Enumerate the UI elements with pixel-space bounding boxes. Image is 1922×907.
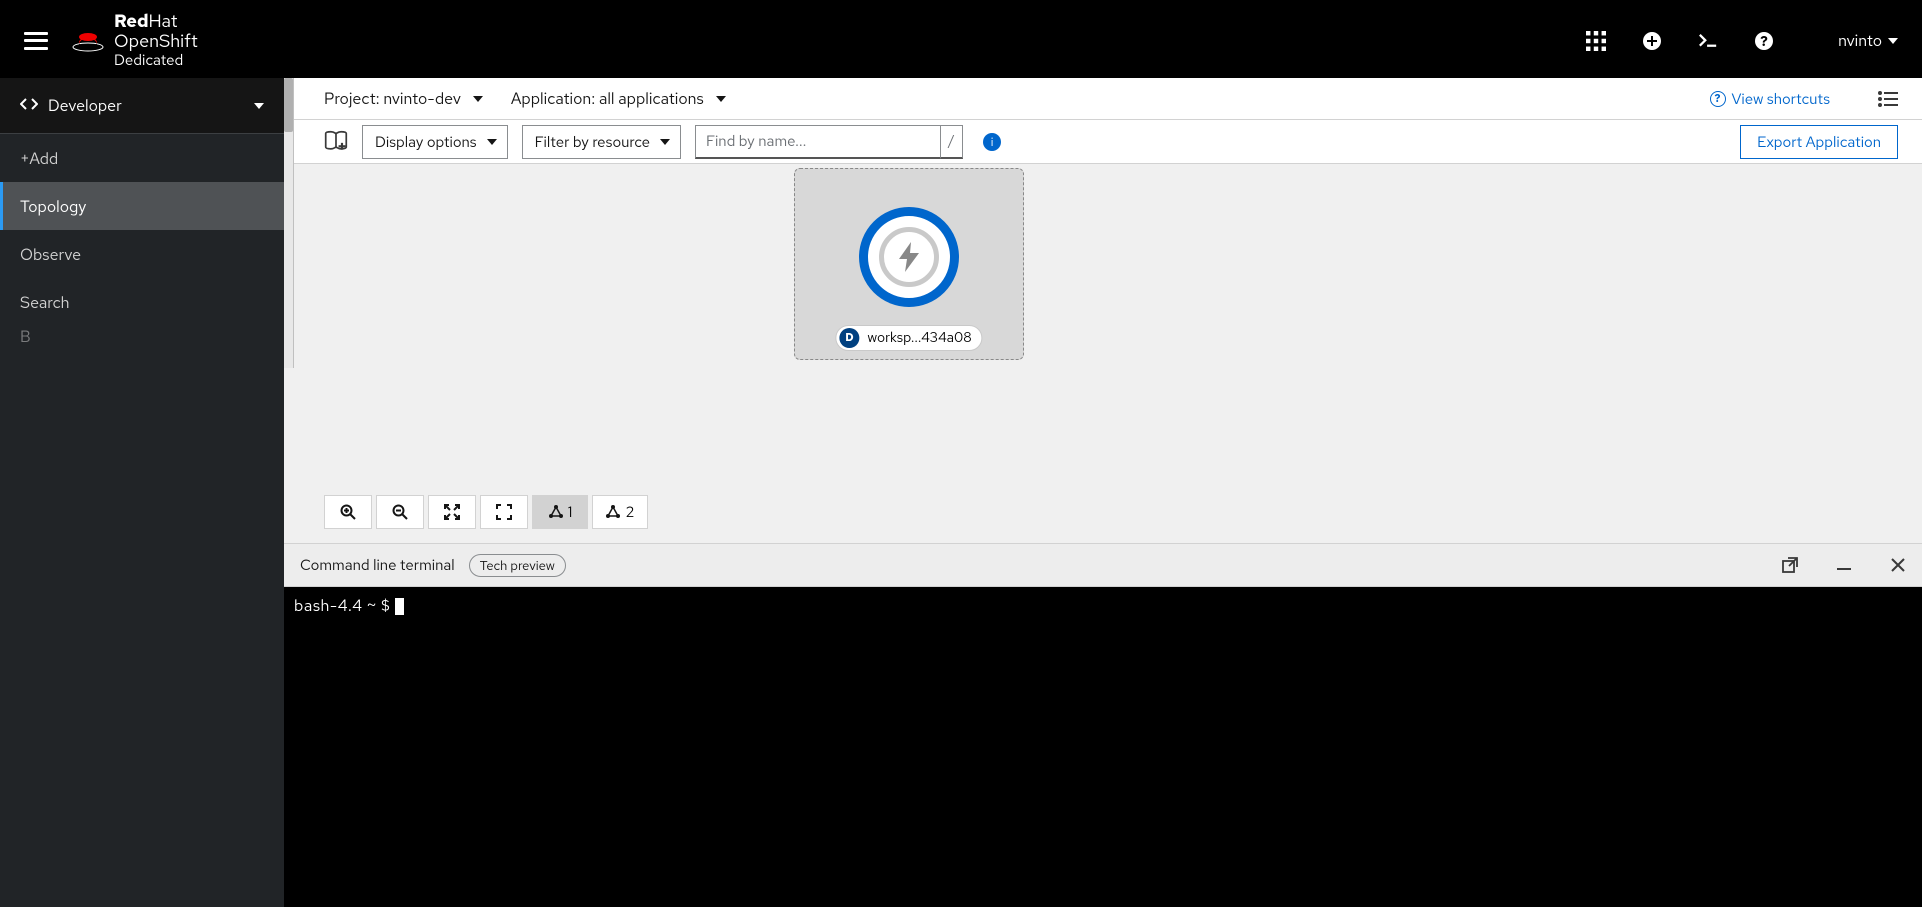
user-menu-dropdown[interactable]: nvinto (1838, 30, 1898, 51)
node-label[interactable]: D worksp...434a08 (835, 325, 982, 351)
help-icon[interactable]: ? (1754, 31, 1774, 51)
perspective-switcher[interactable]: Developer (0, 78, 284, 134)
code-icon (20, 95, 38, 116)
reset-view-button[interactable] (480, 495, 528, 529)
context-bar: Project: nvinto-dev Application: all app… (284, 78, 1922, 120)
nav-toggle-button[interactable] (24, 29, 48, 53)
minimize-icon[interactable] (1836, 557, 1852, 573)
topology-toolbar: Display options Filter by resource / i E… (284, 120, 1922, 164)
masthead: RedHat OpenShift Dedicated ? nvinto (0, 0, 1922, 78)
close-icon[interactable] (1890, 557, 1906, 573)
content-area: Project: nvinto-dev Application: all app… (284, 78, 1922, 907)
zoom-out-button[interactable] (376, 495, 424, 529)
terminal-body[interactable]: bash-4.4 ~ $ (284, 587, 1922, 907)
sidebar-item-topology[interactable]: Topology (0, 182, 284, 230)
sidebar: Developer +Add Topology Observe Search B (0, 78, 284, 907)
terminal-cursor (395, 598, 404, 615)
slash-shortcut-hint: / (941, 125, 963, 159)
find-by-name-input[interactable] (695, 125, 941, 159)
tech-preview-badge: Tech preview (469, 554, 566, 577)
caret-down-icon (473, 96, 483, 102)
sidebar-item-search[interactable]: Search (0, 278, 284, 326)
scrollbar[interactable] (284, 78, 294, 368)
app-launcher-icon[interactable] (1586, 31, 1606, 51)
layout-1-button[interactable]: 1 (532, 495, 588, 529)
filter-resource-dropdown[interactable]: Filter by resource (522, 125, 681, 159)
sidebar-item-builds[interactable]: B (0, 326, 284, 346)
redhat-fedora-icon (72, 30, 104, 52)
sidebar-item-observe[interactable]: Observe (0, 230, 284, 278)
brand-logo[interactable]: RedHat OpenShift Dedicated (72, 12, 198, 68)
layout-2-button[interactable]: 2 (592, 495, 648, 529)
info-icon[interactable]: i (983, 133, 1001, 151)
brand-text: RedHat OpenShift Dedicated (114, 12, 198, 68)
svg-text:?: ? (1760, 33, 1768, 51)
display-options-dropdown[interactable]: Display options (362, 125, 508, 159)
caret-down-icon (1888, 38, 1898, 44)
list-view-toggle[interactable] (1878, 91, 1898, 107)
export-application-button[interactable]: Export Application (1740, 125, 1898, 159)
application-group[interactable]: D worksp...434a08 (794, 168, 1024, 360)
view-shortcuts-link[interactable]: ? View shortcuts (1710, 89, 1830, 109)
sidebar-item-add[interactable]: +Add (0, 134, 284, 182)
zoom-in-button[interactable] (324, 495, 372, 529)
application-dropdown[interactable]: Application: all applications (511, 88, 726, 109)
masthead-toolbar: ? (1586, 31, 1774, 51)
quickstart-catalog-icon[interactable] (324, 130, 348, 154)
fit-to-screen-button[interactable] (428, 495, 476, 529)
help-circle-icon: ? (1710, 91, 1726, 107)
caret-down-icon (254, 103, 264, 109)
terminal-header: Command line terminal Tech preview (284, 543, 1922, 587)
terminal-panel: Command line terminal Tech preview bash-… (284, 543, 1922, 907)
terminal-title: Command line terminal (300, 555, 455, 575)
bolt-icon (897, 242, 921, 272)
terminal-icon[interactable] (1698, 31, 1718, 51)
caret-down-icon (716, 96, 726, 102)
topology-canvas[interactable]: D worksp...434a08 1 (284, 164, 1922, 543)
deployment-badge: D (839, 328, 859, 348)
open-external-icon[interactable] (1782, 557, 1798, 573)
project-dropdown[interactable]: Project: nvinto-dev (324, 88, 483, 109)
deployment-node[interactable] (859, 207, 959, 307)
import-icon[interactable] (1642, 31, 1662, 51)
zoom-controls: 1 2 (324, 495, 648, 529)
